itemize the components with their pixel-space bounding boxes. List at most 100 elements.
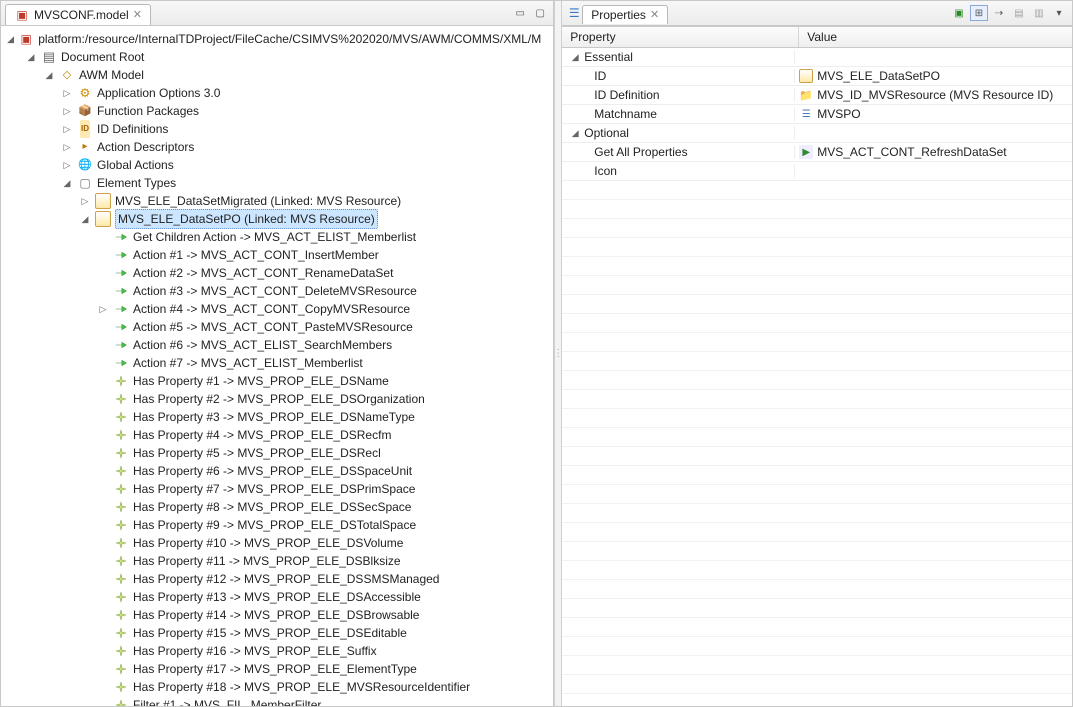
expand-icon[interactable]: ▷ (61, 156, 73, 174)
tree-item[interactable]: ID Definitions (97, 120, 168, 138)
col-value[interactable]: Value (799, 27, 1072, 47)
blank-row (562, 618, 1072, 637)
action-item[interactable]: Action #2 -> MVS_ACT_CONT_RenameDataSet (133, 264, 393, 282)
property-item[interactable]: Has Property #1 -> MVS_PROP_ELE_DSName (133, 372, 389, 390)
group-name: Essential (584, 50, 633, 64)
property-icon (113, 391, 129, 407)
expand-icon[interactable]: ◢ (7, 30, 14, 48)
expand-icon[interactable]: ◢ (25, 48, 37, 66)
action-item[interactable]: Action #1 -> MVS_ACT_CONT_InsertMember (133, 246, 379, 264)
blank-row (562, 390, 1072, 409)
property-value: MVS_ACT_CONT_RefreshDataSet (817, 145, 1006, 159)
node-element[interactable]: MVS_ELE_DataSetMigrated (Linked: MVS Res… (115, 192, 401, 210)
filter-item[interactable]: Filter #1 -> MVS_FIL_MemberFilter (133, 696, 321, 706)
action-item[interactable]: Action #6 -> MVS_ACT_ELIST_SearchMembers (133, 336, 392, 354)
expand-icon[interactable]: ▷ (61, 102, 73, 120)
property-icon (113, 463, 129, 479)
blank-row (562, 238, 1072, 257)
property-key: ID (570, 69, 606, 83)
property-item[interactable]: Has Property #11 -> MVS_PROP_ELE_DSBlksi… (133, 552, 401, 570)
action-item[interactable]: Action #5 -> MVS_ACT_CONT_PasteMVSResour… (133, 318, 413, 336)
property-item[interactable]: Has Property #16 -> MVS_PROP_ELE_Suffix (133, 642, 377, 660)
close-icon[interactable]: ✕ (650, 8, 659, 21)
property-item[interactable]: Has Property #9 -> MVS_PROP_ELE_DSTotalS… (133, 516, 416, 534)
node-awm-model[interactable]: AWM Model (79, 66, 144, 84)
node-document-root[interactable]: Document Root (61, 48, 144, 66)
property-row[interactable]: Get All Properties▶MVS_ACT_CONT_RefreshD… (562, 143, 1072, 162)
property-item[interactable]: Has Property #3 -> MVS_PROP_ELE_DSNameTy… (133, 408, 415, 426)
property-icon (113, 373, 129, 389)
property-item[interactable]: Has Property #15 -> MVS_PROP_ELE_DSEdita… (133, 624, 407, 642)
blank-row (562, 409, 1072, 428)
editor-body: ◢ platform:/resource/InternalTDProject/F… (1, 26, 553, 706)
property-item[interactable]: Has Property #5 -> MVS_PROP_ELE_DSRecl (133, 444, 381, 462)
expand-icon[interactable]: ▷ (61, 138, 73, 156)
property-item[interactable]: Has Property #7 -> MVS_PROP_ELE_DSPrimSp… (133, 480, 415, 498)
property-item[interactable]: Has Property #10 -> MVS_PROP_ELE_DSVolum… (133, 534, 403, 552)
property-item[interactable]: Has Property #18 -> MVS_PROP_ELE_MVSReso… (133, 678, 470, 696)
property-icon (113, 535, 129, 551)
action-item[interactable]: Get Children Action -> MVS_ACT_ELIST_Mem… (133, 228, 416, 246)
node-element-types[interactable]: Element Types (97, 174, 176, 192)
col-property[interactable]: Property (562, 27, 799, 47)
properties-icon: ☰ (566, 5, 582, 21)
editor-pane: MVSCONF.model ✕ ▭ ▢ ◢ platform:/resource… (1, 1, 554, 706)
property-item[interactable]: Has Property #8 -> MVS_PROP_ELE_DSSecSpa… (133, 498, 411, 516)
toolbar-button[interactable]: ⊞ (970, 5, 988, 21)
blank-row (562, 352, 1072, 371)
editor-tabbar: MVSCONF.model ✕ ▭ ▢ (1, 1, 553, 26)
toolbar-button[interactable]: ▣ (950, 5, 968, 21)
toolbar-button[interactable]: ▤ (1010, 5, 1028, 21)
property-row[interactable]: ID Definition📁MVS_ID_MVSResource (MVS Re… (562, 86, 1072, 105)
maximize-button[interactable]: ▢ (531, 5, 549, 21)
arrow-icon (113, 301, 129, 317)
tree-item[interactable]: Action Descriptors (97, 138, 194, 156)
minimize-button[interactable]: ▭ (511, 5, 529, 21)
property-row[interactable]: Matchname☰MVSPO (562, 105, 1072, 124)
node-element-selected[interactable]: MVS_ELE_DataSetPO (Linked: MVS Resource) (115, 209, 378, 229)
property-row[interactable]: IDMVS_ELE_DataSetPO (562, 67, 1072, 86)
tree-item[interactable]: Application Options 3.0 (97, 84, 220, 102)
blank-row (562, 694, 1072, 706)
expand-icon[interactable]: ▷ (61, 84, 73, 102)
property-item[interactable]: Has Property #17 -> MVS_PROP_ELE_Element… (133, 660, 417, 678)
outline-tree[interactable]: ◢ platform:/resource/InternalTDProject/F… (5, 30, 549, 706)
property-item[interactable]: Has Property #13 -> MVS_PROP_ELE_DSAcces… (133, 588, 421, 606)
tree-item[interactable]: Function Packages (97, 102, 199, 120)
expand-icon[interactable]: ◢ (79, 210, 91, 228)
property-row[interactable]: Icon (562, 162, 1072, 181)
blank-row (562, 523, 1072, 542)
blank-row (562, 447, 1072, 466)
properties-pane: ☰ Properties ✕ ▣ ⊞ ⇢ ▤ ▥ ▾ Property Valu… (562, 1, 1072, 706)
blank-row (562, 314, 1072, 333)
action-item[interactable]: Action #3 -> MVS_ACT_CONT_DeleteMVSResou… (133, 282, 417, 300)
blank-row (562, 428, 1072, 447)
property-item[interactable]: Has Property #2 -> MVS_PROP_ELE_DSOrgani… (133, 390, 425, 408)
expand-icon[interactable]: ▷ (97, 300, 109, 318)
action-item[interactable]: Action #7 -> MVS_ACT_ELIST_Memberlist (133, 354, 363, 372)
expand-icon[interactable]: ▷ (61, 120, 73, 138)
blank-icon (799, 164, 813, 178)
toolbar-button[interactable]: ⇢ (990, 5, 1008, 21)
property-item[interactable]: Has Property #4 -> MVS_PROP_ELE_DSRecfm (133, 426, 391, 444)
property-group[interactable]: ◢Optional (562, 124, 1072, 143)
property-item[interactable]: Has Property #12 -> MVS_PROP_ELE_DSSMSMa… (133, 570, 439, 588)
properties-tab[interactable]: Properties ✕ (582, 5, 668, 24)
expand-icon[interactable]: ◢ (61, 174, 73, 192)
property-group[interactable]: ◢Essential (562, 48, 1072, 67)
model-icon (14, 7, 30, 23)
splitter[interactable] (554, 1, 562, 706)
blank-row (562, 295, 1072, 314)
blank-row (562, 276, 1072, 295)
toolbar-button[interactable]: ▥ (1030, 5, 1048, 21)
action-item[interactable]: Action #4 -> MVS_ACT_CONT_CopyMVSResourc… (133, 300, 410, 318)
expand-icon[interactable]: ◢ (43, 66, 55, 84)
property-item[interactable]: Has Property #6 -> MVS_PROP_ELE_DSSpaceU… (133, 462, 412, 480)
expand-icon[interactable]: ▷ (79, 192, 91, 210)
editor-tab[interactable]: MVSCONF.model ✕ (5, 4, 151, 25)
close-icon[interactable]: ✕ (133, 8, 142, 21)
property-item[interactable]: Has Property #14 -> MVS_PROP_ELE_DSBrows… (133, 606, 419, 624)
resource-path[interactable]: platform:/resource/InternalTDProject/Fil… (38, 30, 541, 48)
view-menu-button[interactable]: ▾ (1050, 5, 1068, 21)
tree-item[interactable]: Global Actions (97, 156, 174, 174)
